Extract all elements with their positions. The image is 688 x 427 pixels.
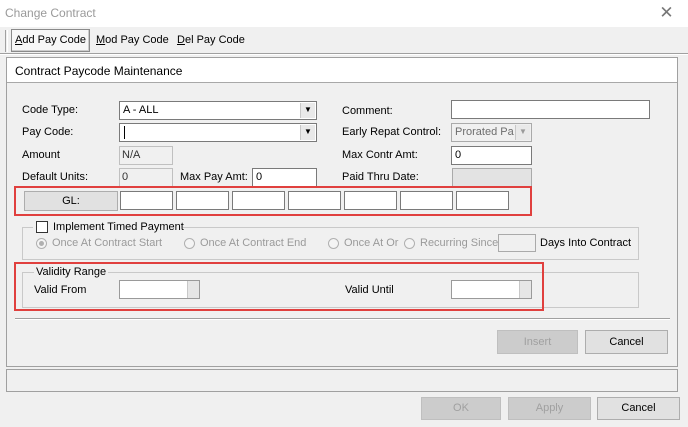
gl-segment-3[interactable] — [232, 191, 285, 210]
max-pay-amt-input[interactable]: 0 — [252, 168, 317, 187]
radio-once-at-or-label: Once At Or — [344, 237, 399, 249]
window-title: Change Contract — [5, 6, 96, 20]
radio-once-at-or — [328, 238, 339, 249]
gl-button[interactable]: GL: — [24, 191, 118, 211]
close-icon[interactable]: ✕ — [645, 0, 688, 27]
panel-title: Contract Paycode Maintenance — [15, 64, 183, 78]
radio-once-at-contract-end — [184, 238, 195, 249]
pay-code-dropdown[interactable]: ▼ — [119, 123, 317, 142]
amount-label: Amount — [22, 149, 60, 161]
early-repat-label: Early Repat Control: — [342, 126, 442, 138]
gl-segment-4[interactable] — [288, 191, 341, 210]
radio-once-at-contract-end-label: Once At Contract End — [200, 237, 307, 249]
max-contr-amt-input[interactable]: 0 — [451, 146, 532, 165]
toolbar-divider — [0, 53, 688, 55]
code-type-label: Code Type: — [22, 104, 79, 116]
pay-code-label: Pay Code: — [22, 126, 74, 138]
ok-button: OK — [421, 397, 501, 420]
calendar-dropdown-icon[interactable] — [187, 281, 199, 298]
days-into-contract-input — [498, 234, 536, 252]
valid-from-label: Valid From — [34, 284, 87, 296]
default-units-field: 0 — [119, 168, 173, 187]
comment-label: Comment: — [342, 105, 393, 117]
chevron-down-icon[interactable]: ▼ — [300, 103, 315, 118]
add-pay-code-button[interactable]: Add Pay Code — [11, 29, 90, 52]
text-cursor — [124, 126, 125, 139]
insert-button: Insert — [497, 330, 578, 354]
comment-input[interactable] — [451, 100, 650, 119]
apply-button: Apply — [508, 397, 591, 420]
valid-until-label: Valid Until — [345, 284, 394, 296]
panel-cancel-button[interactable]: Cancel — [585, 330, 668, 354]
radio-once-at-contract-start-label: Once At Contract Start — [52, 237, 163, 249]
radio-recurring-since-label: Recurring Since — [420, 237, 499, 249]
status-panel — [6, 369, 678, 392]
del-pay-code-button[interactable]: Del Pay Code — [173, 29, 249, 52]
mod-pay-code-button[interactable]: Mod Pay Code — [92, 29, 173, 52]
radio-recurring-since — [404, 238, 415, 249]
code-type-value: A - ALL — [123, 104, 159, 116]
cancel-button[interactable]: Cancel — [597, 397, 680, 420]
title-bar — [0, 0, 688, 27]
toolbar-grip[interactable] — [5, 30, 8, 52]
paid-thru-date-label: Paid Thru Date: — [342, 171, 419, 183]
paid-thru-date-field — [452, 168, 532, 187]
early-repat-dropdown: Prorated Pa ▼ — [451, 123, 532, 142]
early-repat-value: Prorated Pa — [455, 126, 514, 138]
radio-once-at-contract-start — [36, 238, 47, 249]
valid-until-input[interactable] — [451, 280, 532, 299]
implement-timed-payment-label: Implement Timed Payment — [53, 221, 184, 233]
gl-segment-5[interactable] — [344, 191, 397, 210]
amount-field: N/A — [119, 146, 173, 165]
valid-from-input[interactable] — [119, 280, 200, 299]
gl-segment-1[interactable] — [120, 191, 173, 210]
gl-segment-2[interactable] — [176, 191, 229, 210]
max-contr-amt-label: Max Contr Amt: — [342, 149, 418, 161]
gl-segment-6[interactable] — [400, 191, 453, 210]
implement-timed-payment-checkbox[interactable] — [36, 221, 48, 233]
code-type-dropdown[interactable]: A - ALL ▼ — [119, 101, 317, 120]
calendar-dropdown-icon[interactable] — [519, 281, 531, 298]
panel-separator — [15, 318, 670, 320]
gl-segment-7[interactable] — [456, 191, 509, 210]
chevron-down-icon[interactable]: ▼ — [300, 125, 315, 140]
chevron-down-icon: ▼ — [515, 125, 530, 140]
days-into-contract-label: Days Into Contract — [540, 237, 632, 249]
max-pay-amt-label: Max Pay Amt: — [180, 171, 248, 183]
default-units-label: Default Units: — [22, 171, 89, 183]
